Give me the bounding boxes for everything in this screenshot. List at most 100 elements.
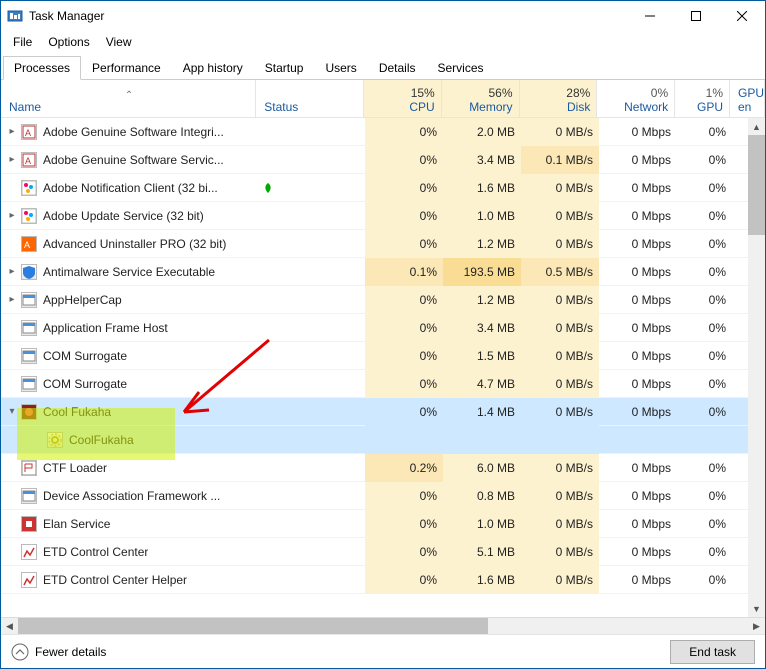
expand-chevron-icon[interactable]: ▸	[5, 210, 19, 221]
cell-disk: 0 MB/s	[521, 314, 599, 342]
process-name: Application Frame Host	[43, 321, 168, 335]
fewer-details-label: Fewer details	[35, 645, 106, 659]
tab-services[interactable]: Services	[427, 56, 495, 80]
scroll-down-icon[interactable]: ▼	[748, 600, 765, 617]
cell-disk: 0.1 MB/s	[521, 146, 599, 174]
tab-app-history[interactable]: App history	[172, 56, 254, 80]
close-button[interactable]	[719, 1, 765, 31]
process-row[interactable]: AAdvanced Uninstaller PRO (32 bit)0%1.2 …	[1, 230, 765, 258]
column-gpu-engine[interactable]: GPU en	[730, 80, 765, 117]
cell-name: ETD Control Center	[1, 538, 257, 566]
cell-cpu: 0%	[365, 510, 443, 538]
tab-performance[interactable]: Performance	[81, 56, 172, 80]
cell-memory	[443, 426, 521, 454]
horizontal-scroll-thumb[interactable]	[18, 618, 488, 635]
cell-memory: 1.2 MB	[443, 286, 521, 314]
process-list[interactable]: ▸AAdobe Genuine Software Integri...0%2.0…	[1, 118, 765, 617]
cell-memory: 5.1 MB	[443, 538, 521, 566]
cell-disk: 0 MB/s	[521, 510, 599, 538]
cell-disk	[521, 426, 599, 454]
process-icon	[21, 320, 37, 336]
process-name: COM Surrogate	[43, 377, 127, 391]
process-icon	[21, 544, 37, 560]
process-row[interactable]: Elan Service0%1.0 MB0 MB/s0 Mbps0%	[1, 510, 765, 538]
column-cpu[interactable]: 15%CPU	[364, 80, 442, 117]
cell-name: Elan Service	[1, 510, 257, 538]
cell-network: 0 Mbps	[599, 286, 677, 314]
fewer-details-toggle[interactable]: Fewer details	[11, 643, 106, 661]
process-row[interactable]: CoolFukaha	[1, 426, 765, 454]
process-row[interactable]: Adobe Notification Client (32 bi...0%1.6…	[1, 174, 765, 202]
column-status[interactable]: Status	[256, 80, 364, 117]
cell-name: Application Frame Host	[1, 314, 257, 342]
cell-network: 0 Mbps	[599, 118, 677, 146]
process-row[interactable]: ▸Adobe Update Service (32 bit)0%1.0 MB0 …	[1, 202, 765, 230]
tab-users[interactable]: Users	[314, 56, 367, 80]
cell-cpu: 0%	[365, 286, 443, 314]
process-row[interactable]: ETD Control Center0%5.1 MB0 MB/s0 Mbps0%	[1, 538, 765, 566]
cell-disk: 0 MB/s	[521, 482, 599, 510]
expand-chevron-icon[interactable]: ▸	[5, 154, 19, 165]
scroll-left-icon[interactable]: ◀	[1, 618, 18, 635]
column-disk[interactable]: 28%Disk	[520, 80, 598, 117]
cell-name: CoolFukaha	[1, 426, 257, 454]
cell-memory: 2.0 MB	[443, 118, 521, 146]
column-name[interactable]: ⌃ Name	[1, 80, 256, 117]
expand-chevron-icon[interactable]: ▸	[5, 266, 19, 277]
titlebar[interactable]: Task Manager	[1, 1, 765, 31]
process-row[interactable]: ▾Cool Fukaha0%1.4 MB0 MB/s0 Mbps0%	[1, 398, 765, 426]
horizontal-scrollbar[interactable]: ◀ ▶	[1, 617, 765, 634]
cell-status	[257, 398, 365, 426]
menu-view[interactable]: View	[98, 33, 140, 51]
process-row[interactable]: Device Association Framework ...0%0.8 MB…	[1, 482, 765, 510]
expand-chevron-icon[interactable]: ▾	[5, 406, 19, 417]
cell-disk: 0 MB/s	[521, 342, 599, 370]
column-memory[interactable]: 56%Memory	[442, 80, 520, 117]
process-row[interactable]: COM Surrogate0%1.5 MB0 MB/s0 Mbps0%	[1, 342, 765, 370]
column-network[interactable]: 0%Network	[597, 80, 675, 117]
minimize-button[interactable]	[627, 1, 673, 31]
column-gpu-label: GPU	[697, 100, 723, 114]
memory-usage-pct: 56%	[489, 86, 513, 100]
cell-memory: 1.2 MB	[443, 230, 521, 258]
cell-network: 0 Mbps	[599, 566, 677, 594]
process-name: Elan Service	[43, 517, 110, 531]
process-row[interactable]: ETD Control Center Helper0%1.6 MB0 MB/s0…	[1, 566, 765, 594]
tab-startup[interactable]: Startup	[254, 56, 315, 80]
process-row[interactable]: ▸Antimalware Service Executable0.1%193.5…	[1, 258, 765, 286]
cell-disk: 0 MB/s	[521, 118, 599, 146]
vertical-scroll-thumb[interactable]	[748, 135, 765, 235]
cell-name: Device Association Framework ...	[1, 482, 257, 510]
scroll-right-icon[interactable]: ▶	[748, 618, 765, 635]
expand-chevron-icon[interactable]: ▸	[5, 294, 19, 305]
process-row[interactable]: CTF Loader0.2%6.0 MB0 MB/s0 Mbps0%	[1, 454, 765, 482]
process-row[interactable]: ▸AAdobe Genuine Software Integri...0%2.0…	[1, 118, 765, 146]
cell-cpu: 0.1%	[365, 258, 443, 286]
menu-options[interactable]: Options	[40, 33, 97, 51]
gpu-usage-pct: 1%	[706, 86, 723, 100]
cell-gpu: 0%	[677, 174, 732, 202]
process-name: Cool Fukaha	[43, 405, 111, 419]
maximize-button[interactable]	[673, 1, 719, 31]
process-row[interactable]: Application Frame Host0%3.4 MB0 MB/s0 Mb…	[1, 314, 765, 342]
cell-network: 0 Mbps	[599, 398, 677, 426]
process-name: ETD Control Center Helper	[43, 573, 187, 587]
expand-chevron-icon[interactable]: ▸	[5, 126, 19, 137]
cell-cpu: 0.2%	[365, 454, 443, 482]
cell-disk: 0 MB/s	[521, 398, 599, 426]
cell-status	[257, 426, 365, 454]
process-name: ETD Control Center	[43, 545, 148, 559]
cell-status	[257, 370, 365, 398]
end-task-button[interactable]: End task	[670, 640, 755, 664]
tab-processes[interactable]: Processes	[3, 56, 81, 80]
process-row[interactable]: ▸AAdobe Genuine Software Servic...0%3.4 …	[1, 146, 765, 174]
process-row[interactable]: COM Surrogate0%4.7 MB0 MB/s0 Mbps0%	[1, 370, 765, 398]
column-disk-label: Disk	[567, 100, 590, 114]
vertical-scrollbar[interactable]: ▲ ▼	[748, 118, 765, 617]
process-row[interactable]: ▸AppHelperCap0%1.2 MB0 MB/s0 Mbps0%	[1, 286, 765, 314]
menu-file[interactable]: File	[5, 33, 40, 51]
tab-details[interactable]: Details	[368, 56, 427, 80]
cell-gpu: 0%	[677, 510, 732, 538]
column-gpu[interactable]: 1%GPU	[675, 80, 730, 117]
scroll-up-icon[interactable]: ▲	[748, 118, 765, 135]
